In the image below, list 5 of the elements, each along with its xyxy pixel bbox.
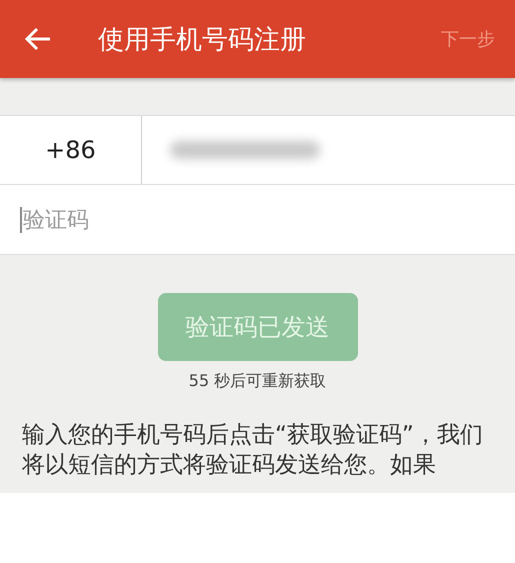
screen-title: 使用手机号码注册 [98,24,307,56]
instructions-text: 输入您的手机号码后点击“获取验证码”，我们将以短信的方式将验证码发送给您。如果 [21,421,484,480]
code-field[interactable]: 验证码 [0,185,515,255]
back-arrow-icon[interactable] [24,27,52,51]
resend-countdown: 55 秒后可重新获取 [188,371,326,392]
